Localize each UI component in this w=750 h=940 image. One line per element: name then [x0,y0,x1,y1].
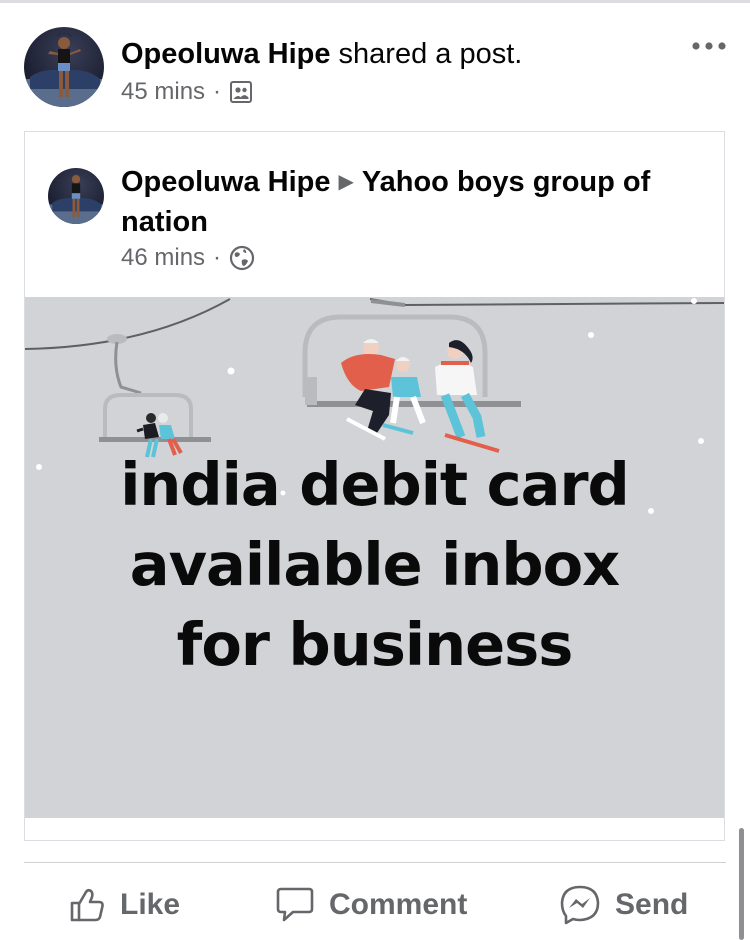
globe-icon [229,245,255,271]
shared-post-meta: 46 mins · [121,243,255,273]
post-image[interactable]: india debit card available inbox for bus… [25,297,724,818]
top-divider [0,0,750,3]
group-audience-icon[interactable] [229,80,253,104]
author-name[interactable]: Opeoluwa Hipe [121,38,330,70]
post-timestamp[interactable]: 45 mins [121,77,205,107]
like-label: Like [120,888,181,921]
comment-bubble-icon [276,887,314,922]
comment-label: Comment [329,888,468,921]
meta-separator: · [213,244,222,271]
shared-author-avatar[interactable] [48,168,104,224]
scrollbar[interactable] [739,828,744,940]
send-label: Send [615,888,689,921]
post-action-text: shared a post. [338,38,523,70]
arrow-right-icon: ▶ [338,171,354,193]
meta-separator: · [213,78,222,105]
image-caption-line: for business [176,610,574,679]
like-button[interactable]: Like [68,880,180,930]
image-caption-line: available inbox [129,530,620,599]
post-header-title: Opeoluwa Hipe shared a post. [121,36,522,72]
thumbs-up-icon [70,888,104,922]
post-meta: 45 mins · [121,77,253,107]
comment-button[interactable]: Comment [275,880,467,930]
shared-post-title: Opeoluwa Hipe ▶ Yahoo boys group of nation [121,164,701,241]
author-avatar[interactable] [24,27,104,107]
send-button[interactable]: Send [559,880,688,930]
image-caption-line: india debit card [120,450,630,519]
more-dots-icon[interactable] [690,38,728,54]
shared-post-timestamp[interactable]: 46 mins [121,243,205,273]
messenger-icon [560,885,600,925]
shared-author-name[interactable]: Opeoluwa Hipe [121,166,330,198]
actions-divider [24,862,726,863]
image-caption: india debit card available inbox for bus… [25,445,724,685]
